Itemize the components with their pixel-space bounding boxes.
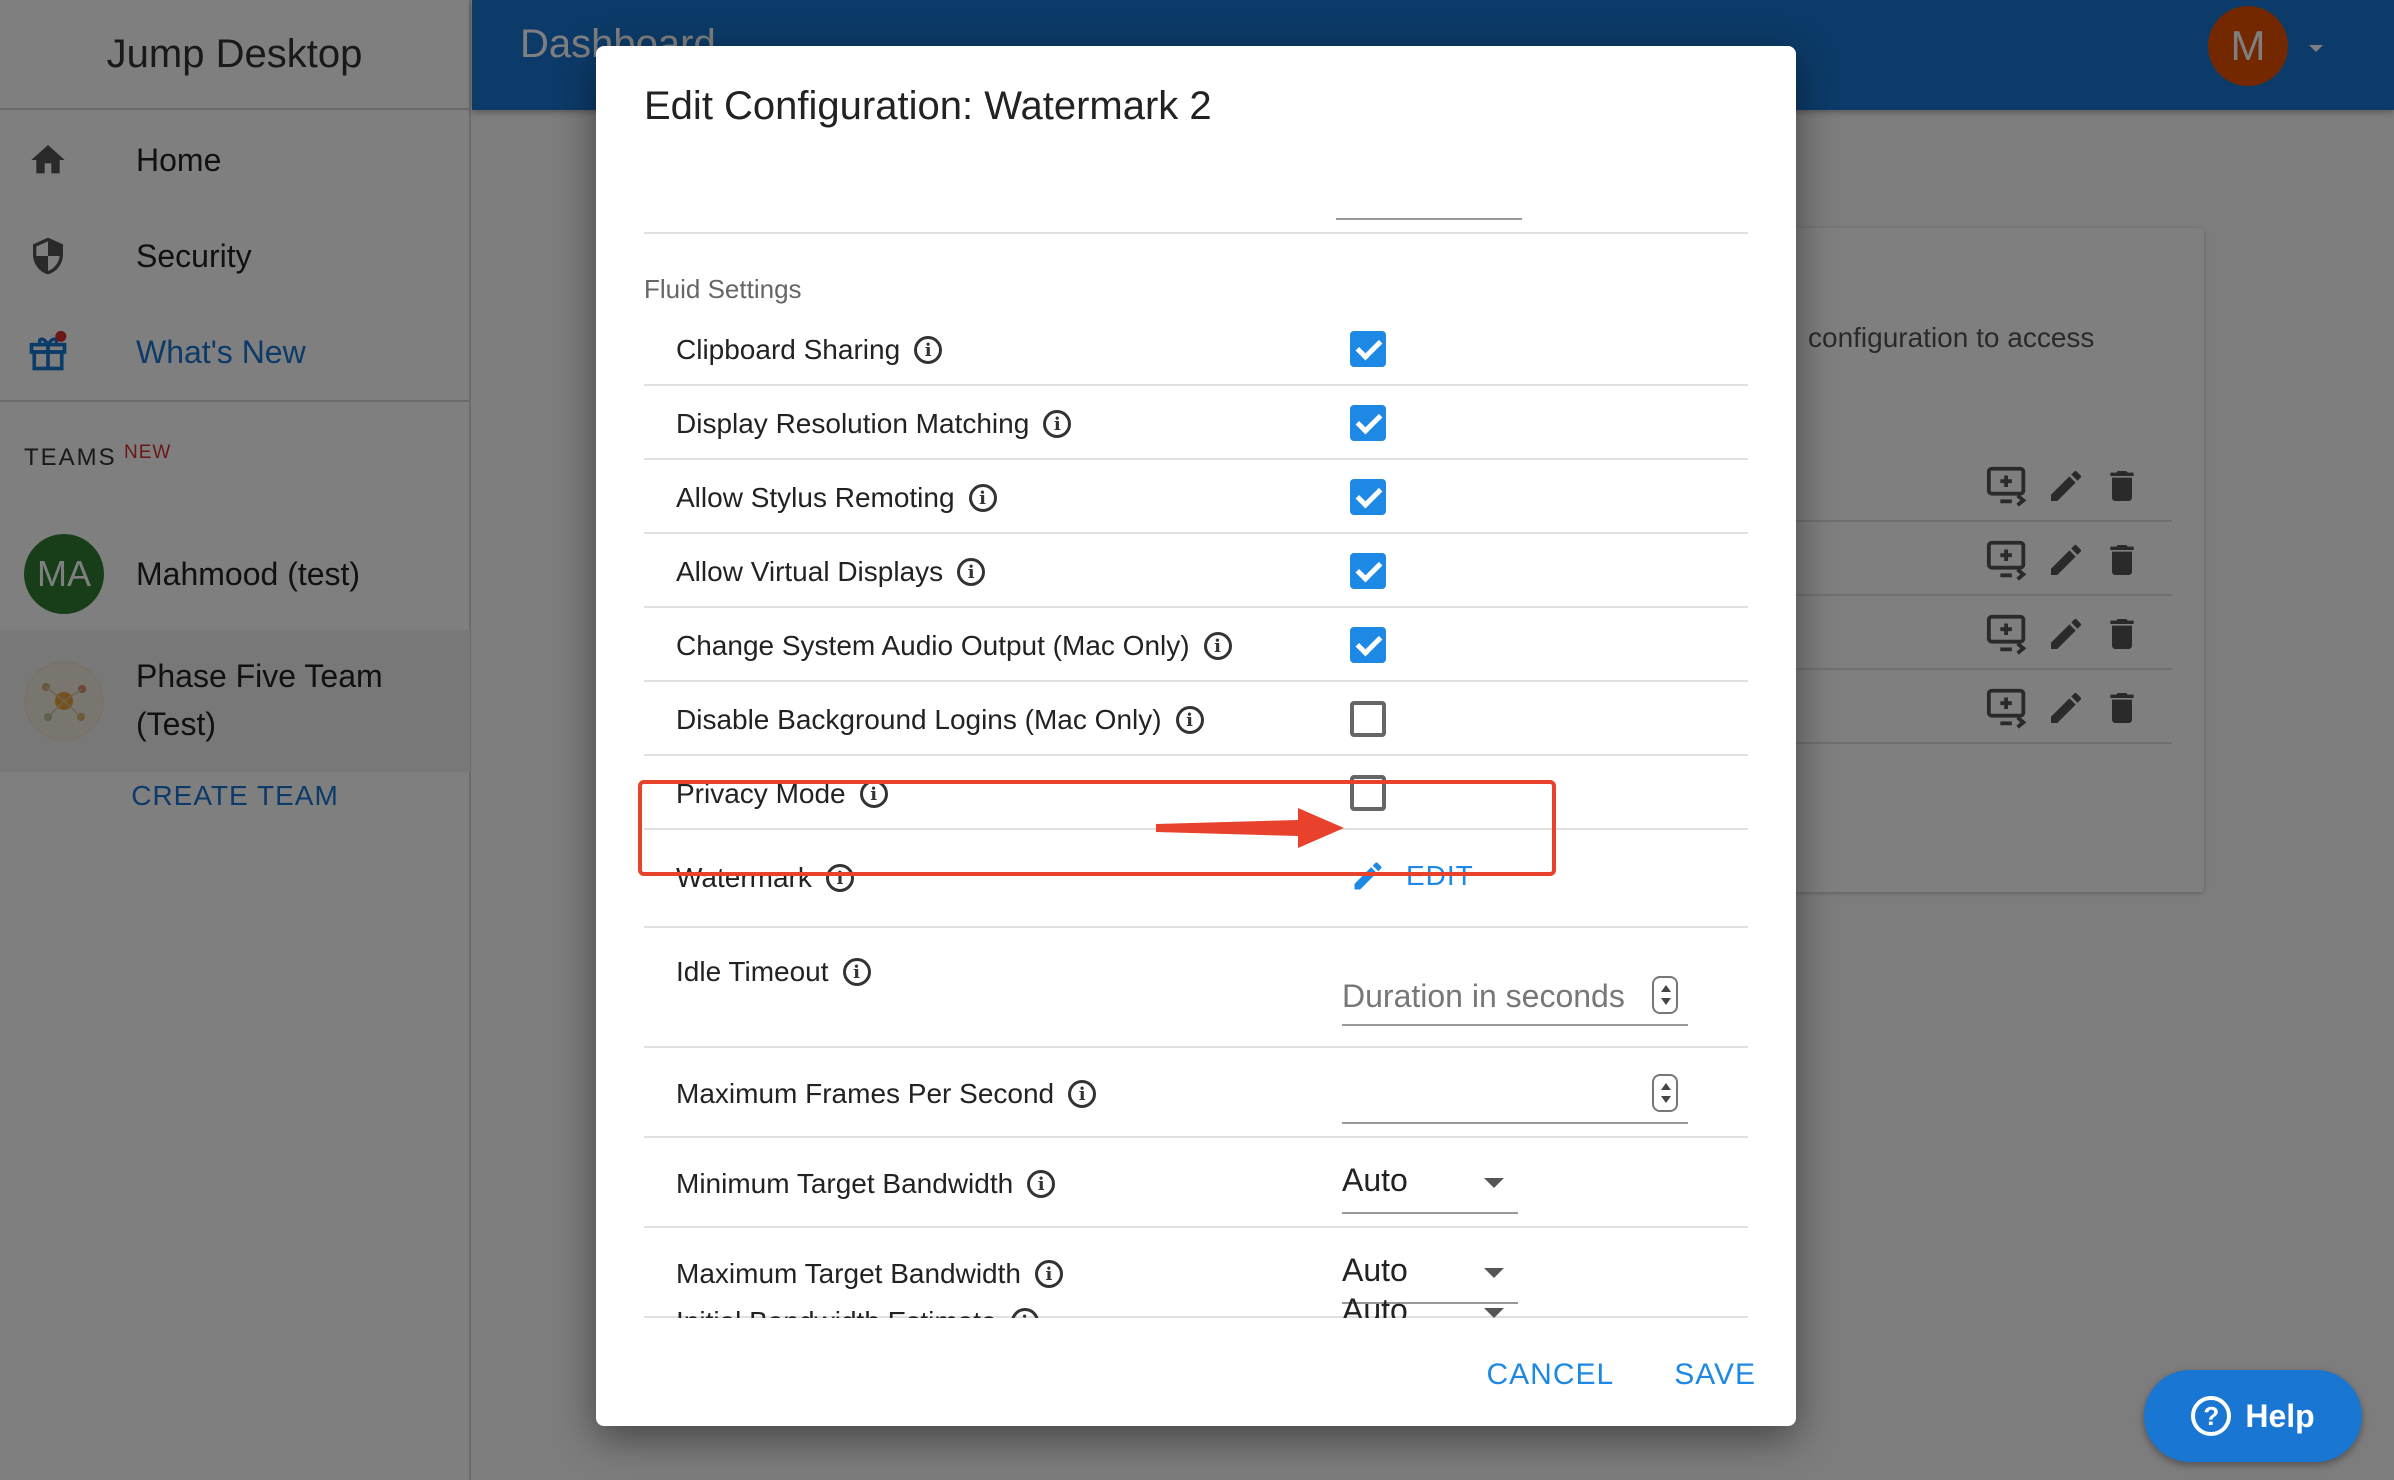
info-icon[interactable]: i <box>1203 632 1232 660</box>
setting-label: Idle Timeout i <box>676 956 871 988</box>
setting-label-text: Maximum Frames Per Second <box>676 1078 1055 1109</box>
help-label: Help <box>2245 1397 2315 1434</box>
setting-label: Maximum Target Bandwidth i <box>676 1258 1063 1290</box>
setting-row-min-bandwidth: Minimum Target Bandwidth i Auto <box>644 1138 1748 1228</box>
setting-label: Maximum Frames Per Second i <box>676 1078 1097 1110</box>
setting-label-text: Allow Stylus Remoting <box>676 482 955 513</box>
checkbox[interactable] <box>1350 479 1386 515</box>
info-icon[interactable]: i <box>914 336 943 364</box>
annotation-highlight-box <box>638 780 1556 876</box>
setting-label-text: Change System Audio Output (Mac Only) <box>676 630 1190 661</box>
setting-label-text: Disable Background Logins (Mac Only) <box>676 704 1162 735</box>
setting-row-display-resolution: Display Resolution Matching i <box>644 386 1748 460</box>
select-value: Auto <box>1342 1292 1408 1318</box>
select-value: Auto <box>1342 1162 1408 1198</box>
edit-configuration-dialog: Edit Configuration: Watermark 2 Fluid Se… <box>596 46 1796 1426</box>
setting-row-background-logins: Disable Background Logins (Mac Only) i <box>644 682 1748 756</box>
annotation-arrow-icon <box>1156 808 1344 848</box>
info-icon[interactable]: i <box>842 958 871 986</box>
setting-label-text: Minimum Target Bandwidth <box>676 1168 1014 1199</box>
divider <box>644 232 1748 234</box>
help-icon: ? <box>2191 1396 2232 1436</box>
setting-label-text: Clipboard Sharing <box>676 334 901 365</box>
setting-label: Change System Audio Output (Mac Only) i <box>676 630 1232 662</box>
spinner-icon[interactable] <box>1652 976 1678 1014</box>
info-icon[interactable]: i <box>1027 1170 1056 1198</box>
info-icon[interactable]: i <box>1043 410 1072 438</box>
cancel-button[interactable]: CANCEL <box>1486 1358 1614 1392</box>
setting-label: Disable Background Logins (Mac Only) i <box>676 704 1204 736</box>
setting-label: Minimum Target Bandwidth i <box>676 1168 1056 1200</box>
setting-label-text: Maximum Target Bandwidth <box>676 1258 1021 1289</box>
info-icon[interactable]: i <box>957 558 986 586</box>
save-button[interactable]: SAVE <box>1674 1358 1756 1392</box>
dropdown-arrow-icon <box>1484 1178 1504 1188</box>
dialog-actions: CANCEL SAVE <box>1486 1358 1756 1392</box>
setting-row-idle-timeout: Idle Timeout i Duration in seconds <box>644 928 1748 1048</box>
setting-row-virtual-displays: Allow Virtual Displays i <box>644 534 1748 608</box>
dialog-title: Edit Configuration: Watermark 2 <box>644 84 1212 128</box>
setting-row-max-fps: Maximum Frames Per Second i <box>644 1048 1748 1138</box>
min-bandwidth-select[interactable]: Auto <box>1342 1156 1518 1214</box>
max-fps-input[interactable] <box>1342 1066 1688 1124</box>
info-icon[interactable]: i <box>1034 1260 1063 1288</box>
checkbox[interactable] <box>1350 701 1386 737</box>
select-value: Auto <box>1342 1252 1408 1288</box>
info-icon[interactable]: i <box>1010 1308 1039 1318</box>
checkbox[interactable] <box>1350 405 1386 441</box>
setting-label: Allow Stylus Remoting i <box>676 482 997 514</box>
setting-row-stylus-remoting: Allow Stylus Remoting i <box>644 460 1748 534</box>
setting-label: Initial Bandwidth Estimate i <box>676 1306 1039 1318</box>
checkbox[interactable] <box>1350 627 1386 663</box>
setting-label-text: Allow Virtual Displays <box>676 556 944 587</box>
initial-bandwidth-select[interactable]: Auto <box>1342 1286 1518 1318</box>
dropdown-arrow-icon <box>1484 1268 1504 1278</box>
info-icon[interactable]: i <box>1175 706 1204 734</box>
checkbox[interactable] <box>1350 553 1386 589</box>
setting-label-text: Display Resolution Matching <box>676 408 1030 439</box>
spinner-icon[interactable] <box>1652 1074 1678 1112</box>
dialog-content: Fluid Settings Clipboard Sharing i Displa… <box>644 146 1748 1318</box>
setting-label-text: Initial Bandwidth Estimate <box>676 1306 997 1318</box>
input-placeholder: Duration in seconds <box>1342 978 1625 1014</box>
help-button[interactable]: ? Help <box>2144 1370 2362 1462</box>
setting-row-clipboard-sharing: Clipboard Sharing i <box>644 312 1748 386</box>
dropdown-arrow-icon <box>1484 1308 1504 1318</box>
info-icon[interactable]: i <box>968 484 997 512</box>
setting-label: Allow Virtual Displays i <box>676 556 986 588</box>
setting-row-max-bandwidth: Maximum Target Bandwidth i Auto <box>644 1228 1748 1318</box>
setting-label: Display Resolution Matching i <box>676 408 1072 440</box>
previous-field-underline[interactable] <box>1336 218 1522 220</box>
setting-label-text: Idle Timeout <box>676 956 829 987</box>
setting-row-audio-output: Change System Audio Output (Mac Only) i <box>644 608 1748 682</box>
checkbox[interactable] <box>1350 331 1386 367</box>
setting-label: Clipboard Sharing i <box>676 334 943 366</box>
idle-timeout-input[interactable]: Duration in seconds <box>1342 968 1688 1026</box>
section-label: Fluid Settings <box>644 274 802 304</box>
info-icon[interactable]: i <box>1068 1080 1097 1108</box>
